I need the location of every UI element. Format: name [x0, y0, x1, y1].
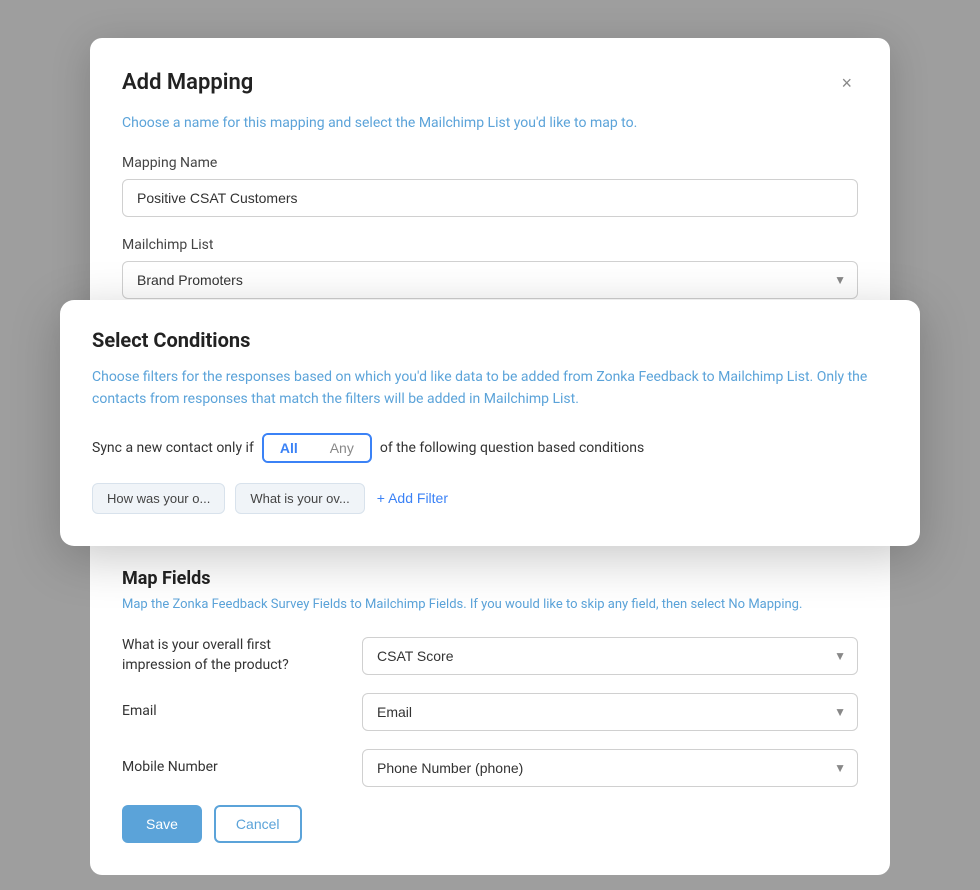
filter-tags-row: How was your o... What is your ov... + A… — [92, 483, 888, 514]
close-button[interactable]: × — [835, 72, 858, 94]
map-field-row-3: Mobile Number Phone Number (phone) No Ma… — [122, 749, 858, 787]
any-toggle-button[interactable]: Any — [314, 435, 370, 461]
field-select-3[interactable]: Phone Number (phone) No Mapping — [362, 749, 858, 787]
conditions-title: Select Conditions — [92, 328, 888, 352]
cancel-button[interactable]: Cancel — [214, 805, 302, 843]
conditions-description: Choose filters for the responses based o… — [92, 366, 888, 411]
sync-row: Sync a new contact only if All Any of th… — [92, 433, 888, 463]
actions-row: Save Cancel — [122, 805, 858, 843]
modal-title: Add Mapping — [122, 70, 253, 95]
modal-subtitle: Choose a name for this mapping and selec… — [122, 115, 858, 131]
filter-tag-2[interactable]: What is your ov... — [235, 483, 364, 514]
mapping-name-field: Mapping Name — [122, 155, 858, 237]
field-select-wrapper-2: Email No Mapping ▼ — [362, 693, 858, 731]
mailchimp-list-field: Mailchimp List Brand Promoters Newslette… — [122, 237, 858, 299]
mailchimp-list-label: Mailchimp List — [122, 237, 858, 253]
sync-suffix-label: of the following question based conditio… — [380, 440, 644, 456]
field-select-wrapper-1: CSAT Score No Mapping NPS Score ▼ — [362, 637, 858, 675]
field-label-3: Mobile Number — [122, 758, 342, 778]
mailchimp-list-wrapper: Brand Promoters Newsletter VIP Customers… — [122, 261, 858, 299]
all-toggle-button[interactable]: All — [264, 435, 314, 461]
map-field-row-1: What is your overall first impression of… — [122, 636, 858, 675]
save-button[interactable]: Save — [122, 805, 202, 843]
modal-header: Add Mapping × — [122, 70, 858, 95]
all-any-toggle: All Any — [262, 433, 372, 463]
select-conditions-modal: Select Conditions Choose filters for the… — [60, 300, 920, 546]
map-fields-description: Map the Zonka Feedback Survey Fields to … — [122, 597, 858, 612]
field-select-wrapper-3: Phone Number (phone) No Mapping ▼ — [362, 749, 858, 787]
map-field-row-2: Email Email No Mapping ▼ — [122, 693, 858, 731]
field-label-1: What is your overall first impression of… — [122, 636, 342, 675]
field-select-1[interactable]: CSAT Score No Mapping NPS Score — [362, 637, 858, 675]
add-filter-button[interactable]: + Add Filter — [375, 486, 450, 510]
map-fields-section: Map Fields Map the Zonka Feedback Survey… — [90, 540, 890, 875]
field-select-2[interactable]: Email No Mapping — [362, 693, 858, 731]
filter-tag-1[interactable]: How was your o... — [92, 483, 225, 514]
sync-label: Sync a new contact only if — [92, 440, 254, 456]
mapping-name-input[interactable] — [122, 179, 858, 217]
mapping-name-label: Mapping Name — [122, 155, 858, 171]
map-fields-title: Map Fields — [122, 568, 858, 589]
field-label-2: Email — [122, 702, 342, 722]
mailchimp-list-select[interactable]: Brand Promoters Newsletter VIP Customers — [122, 261, 858, 299]
